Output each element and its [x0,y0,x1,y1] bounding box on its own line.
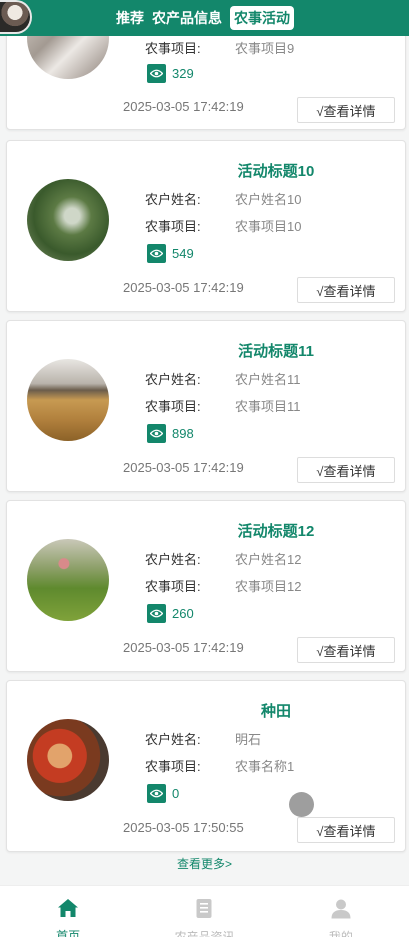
project-row: 农事项目: 农事项目9 [145,38,294,56]
nav-mine[interactable]: 我的 [273,886,409,937]
activity-title: 活动标题10 [237,163,315,180]
bottom-nav: 首页 农产品资讯 我的 [0,885,409,937]
views: 260 [147,603,194,623]
user-avatar[interactable] [0,0,32,34]
project-row: 农事项目: 农事项目10 [145,216,301,234]
category-tabs: 推荐 农产品信息 农事活动 [116,0,294,36]
activity-title: 种田 [260,703,291,720]
farmer-value: 农户姓名10 [235,192,302,207]
timestamp: 2025-03-05 17:42:19 [123,280,244,295]
tab-product-info[interactable]: 农产品信息 [152,8,222,28]
timestamp: 2025-03-05 17:42:19 [123,99,244,114]
project-value: 农事项目12 [235,579,302,594]
nav-news-label: 农产品资讯 [174,930,235,937]
activity-card[interactable]: 种田 农户姓名: 明石 农事项目: 农事名称1 0 2025-03-05 17:50… [6,680,406,852]
project-value: 农事名称1 [235,759,295,774]
timestamp: 2025-03-05 17:42:19 [123,460,244,475]
eye-icon [147,603,166,623]
view-count: 260 [172,605,194,621]
eye-icon [147,243,166,263]
eye-icon [147,63,166,83]
activity-image [27,179,109,261]
view-detail-button[interactable]: √查看详情 [297,457,395,483]
project-value: 农事项目11 [235,399,301,414]
farmer-label: 农户姓名: [145,372,201,387]
tab-farm-activity[interactable]: 农事活动 [230,6,294,30]
views: 329 [147,63,194,83]
view-detail-button[interactable]: √查看详情 [297,97,395,123]
activity-title: 活动标题12 [237,523,315,540]
nav-home[interactable]: 首页 [0,886,136,937]
activity-card[interactable]: 活动标题10 农户姓名: 农户姓名10 农事项目: 农事项目10 549 2025-… [6,140,406,312]
project-value: 农事项目9 [235,41,295,56]
timestamp: 2025-03-05 17:42:19 [123,640,244,655]
activity-title: 活动标题11 [238,343,314,360]
farmer-label: 农户姓名: [145,732,201,747]
top-bar: 推荐 农产品信息 农事活动 [0,0,409,36]
project-value: 农事项目10 [235,219,302,234]
project-row: 农事项目: 农事项目12 [145,576,301,594]
farmer-row: 农户姓名: 农户姓名10 [145,189,301,207]
view-detail-button[interactable]: √查看详情 [297,637,395,663]
view-count: 898 [172,425,194,441]
views: 898 [147,423,194,443]
news-icon [195,898,213,924]
farmer-value: 明石 [235,732,262,747]
view-count: 0 [172,785,180,801]
eye-icon [147,423,166,443]
views: 549 [147,243,194,263]
activity-card[interactable]: 活动标题12 农户姓名: 农户姓名12 农事项目: 农事项目12 260 2025-… [6,500,406,672]
view-count: 549 [172,245,194,261]
project-label: 农事项目: [145,579,201,594]
view-more-link[interactable]: 查看更多> [0,855,409,872]
project-label: 农事项目: [145,41,201,56]
farmer-label: 农户姓名: [145,552,201,567]
farmer-label: 农户姓名: [145,192,201,207]
tab-recommend[interactable]: 推荐 [116,8,144,28]
farmer-value: 农户姓名12 [235,552,302,567]
activity-card[interactable]: 活动标题11 农户姓名: 农户姓名11 农事项目: 农事项目11 898 2025-… [6,320,406,492]
nav-home-label: 首页 [56,929,81,937]
views: 0 [147,783,179,803]
user-icon [330,898,352,924]
farmer-value: 农户姓名11 [235,372,301,387]
farmer-row: 农户姓名: 农户姓名12 [145,549,301,567]
nav-mine-label: 我的 [328,930,353,937]
floating-action-dot[interactable] [289,792,314,817]
nav-news[interactable]: 农产品资讯 [136,886,272,937]
farmer-row: 农户姓名: 明石 [145,729,261,747]
farmer-row: 农户姓名: 农户姓名11 [145,369,301,387]
project-row: 农事项目: 农事项目11 [145,396,301,414]
view-count: 329 [172,65,194,81]
project-row: 农事项目: 农事名称1 [145,756,294,774]
project-label: 农事项目: [145,219,201,234]
eye-icon [147,783,166,803]
activity-image [27,719,109,801]
timestamp: 2025-03-05 17:50:55 [123,820,244,835]
view-detail-button[interactable]: √查看详情 [297,277,395,303]
project-label: 农事项目: [145,759,201,774]
project-label: 农事项目: [145,399,201,414]
view-detail-button[interactable]: √查看详情 [297,817,395,843]
home-icon [57,898,79,923]
activity-image [27,359,109,441]
activity-image [27,539,109,621]
